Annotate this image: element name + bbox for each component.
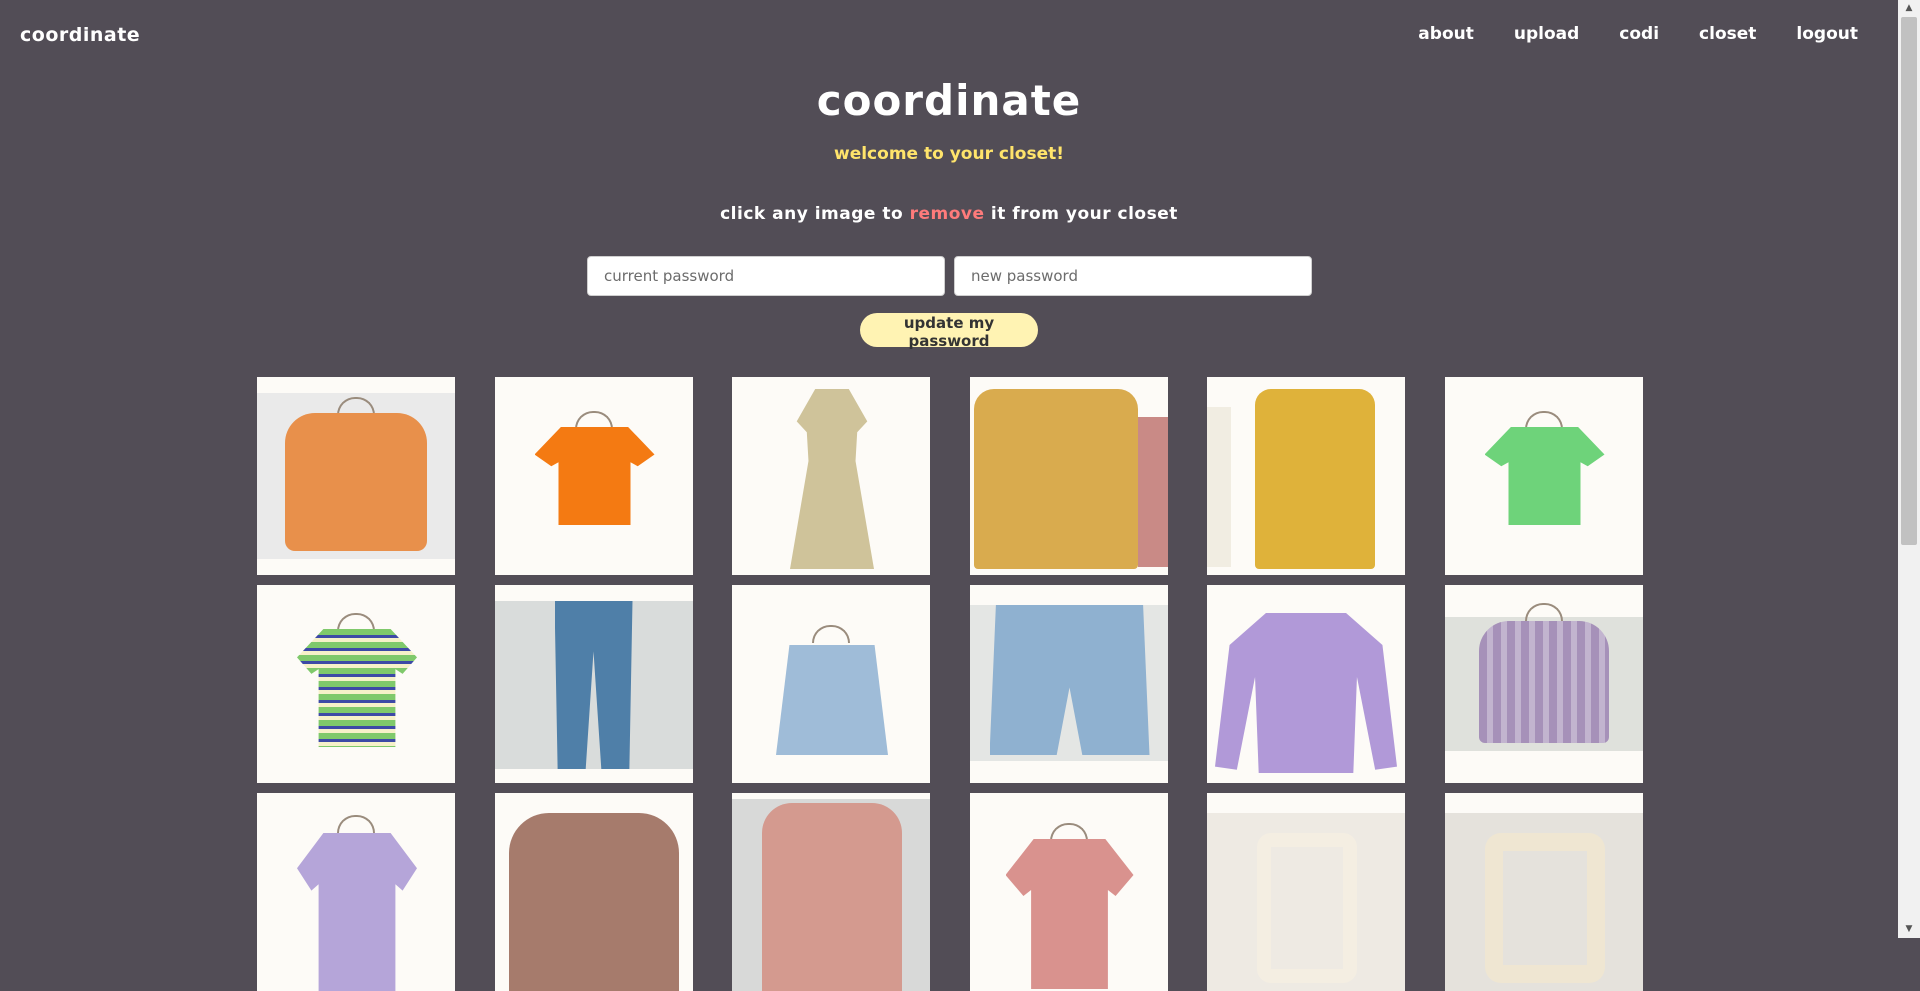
nav-codi[interactable]: codi	[1619, 24, 1659, 44]
closet-item-green-smiley-tshirt[interactable]	[1444, 377, 1643, 575]
update-password-button[interactable]: update my password	[860, 313, 1038, 350]
nav-logout[interactable]: logout	[1796, 24, 1858, 44]
current-password-input[interactable]	[587, 256, 945, 296]
closet-item-cream-hair-claw[interactable]	[1207, 793, 1405, 991]
closet-item-floral-blouse[interactable]	[494, 793, 693, 991]
instruction-after: it from your closet	[984, 204, 1178, 224]
vertical-scrollbar[interactable]: ▲ ▼	[1898, 0, 1920, 938]
closet-item-floral-long-dress[interactable]	[732, 793, 930, 991]
closet-item-yellow-knit-polo[interactable]	[1207, 377, 1405, 575]
closet-item-striped-tshirt[interactable]	[257, 585, 455, 783]
instruction-before: click any image to	[720, 204, 910, 224]
closet-item-lavender-longsleeve[interactable]	[1207, 585, 1405, 783]
closet-item-denim-shorts[interactable]	[969, 585, 1168, 783]
navbar: coordinate about upload codi closet logo…	[0, 0, 1898, 72]
closet-item-plaid-blouse[interactable]	[1444, 585, 1643, 783]
nav-links: about upload codi closet logout	[1378, 24, 1858, 44]
new-password-input[interactable]	[954, 256, 1312, 296]
nav-closet[interactable]: closet	[1699, 24, 1756, 44]
brand-link[interactable]: coordinate	[20, 24, 140, 46]
instruction-text: click any image to remove it from your c…	[0, 204, 1898, 224]
closet-item-lavender-polo[interactable]	[257, 793, 455, 991]
closet-item-blue-jeans[interactable]	[494, 585, 693, 783]
closet-item-orange-knit-sweater[interactable]	[257, 377, 455, 575]
closet-grid	[257, 377, 1643, 991]
page-title: coordinate	[816, 76, 1082, 125]
closet-item-mustard-shirt[interactable]	[969, 377, 1168, 575]
closet-item-denim-skirt[interactable]	[732, 585, 930, 783]
nav-about[interactable]: about	[1418, 24, 1474, 44]
password-form	[587, 256, 1312, 296]
closet-item-marble-hair-claw[interactable]	[1444, 793, 1643, 991]
scroll-up-arrow-icon[interactable]: ▲	[1898, 0, 1920, 17]
welcome-message: welcome to your closet!	[834, 144, 1064, 164]
scroll-thumb[interactable]	[1901, 17, 1917, 545]
closet-item-orange-tshirt[interactable]	[494, 377, 693, 575]
remove-highlight: remove	[909, 204, 985, 224]
scroll-down-arrow-icon[interactable]: ▼	[1898, 921, 1920, 938]
nav-upload[interactable]: upload	[1514, 24, 1579, 44]
closet-item-floral-dress[interactable]	[732, 377, 930, 575]
closet-item-pink-tshirt[interactable]	[969, 793, 1168, 991]
